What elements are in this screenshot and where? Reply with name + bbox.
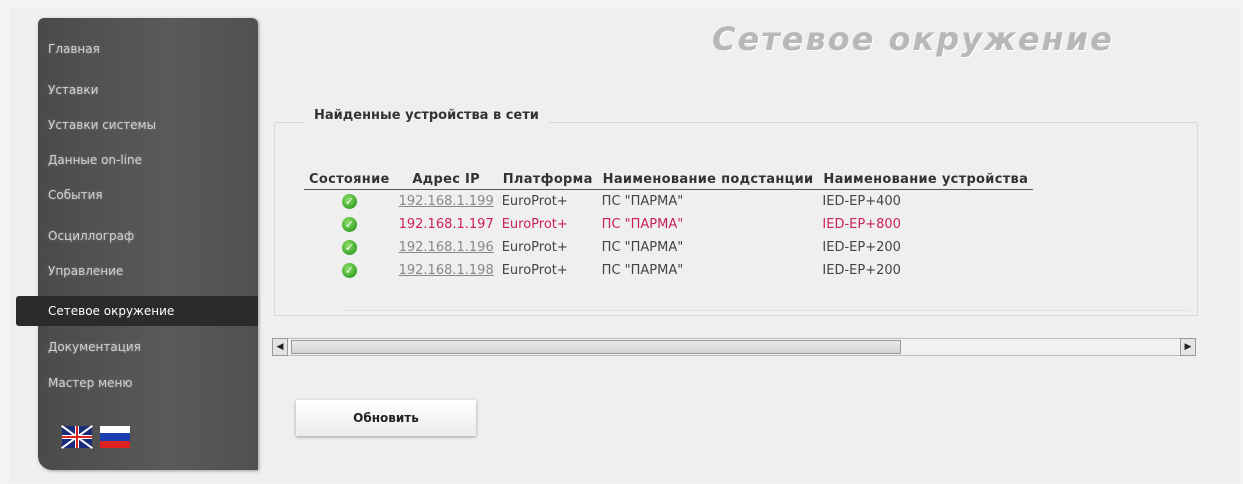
ip-link[interactable]: 192.168.1.199 (399, 194, 494, 209)
table-header-row: Состояние Адрес IP Платформа Наименовани… (304, 170, 1034, 190)
language-switcher (61, 425, 130, 449)
substation-cell: ПС "ПАРМА" (601, 263, 684, 278)
device-cell: IED-EP+200 (822, 240, 901, 255)
column-header-status: Состояние (304, 170, 395, 190)
substation-cell: ПС "ПАРМА" (601, 240, 684, 255)
table-row[interactable]: ✓ 192.168.1.197 EuroProt+ ПС "ПАРМА" IED… (304, 213, 1033, 236)
horizontal-scrollbar[interactable]: ◀ ▶ (272, 338, 1196, 356)
sidebar-item-online-data[interactable]: Данные on-line (38, 145, 258, 175)
platform-cell: EuroProt+ (501, 240, 568, 255)
sidebar-item-network[interactable]: Сетевое окружение (16, 296, 258, 326)
device-cell: IED-EP+400 (822, 194, 901, 209)
refresh-button[interactable]: Обновить (296, 400, 476, 436)
sidebar-item-documentation[interactable]: Документация (38, 332, 258, 362)
column-header-device: Наименование устройства (818, 170, 1034, 190)
platform-cell: EuroProt+ (501, 263, 568, 278)
ip-link[interactable]: 192.168.1.197 (399, 217, 494, 232)
substation-cell: ПС "ПАРМА" (601, 217, 684, 232)
device-cell: IED-EP+200 (822, 263, 901, 278)
table-row[interactable]: ✓ 192.168.1.196 EuroProt+ ПС "ПАРМА" IED… (304, 236, 1033, 259)
sidebar-item-events[interactable]: События (38, 180, 258, 210)
sidebar: Главная Уставки Уставки системы Данные o… (16, 18, 258, 470)
table-row[interactable]: ✓ 192.168.1.198 EuroProt+ ПС "ПАРМА" IED… (304, 259, 1033, 282)
sidebar-item-system-settings[interactable]: Уставки системы (38, 110, 258, 140)
check-circle-icon: ✓ (341, 194, 357, 209)
device-cell: IED-EP+800 (822, 217, 901, 232)
check-circle-icon: ✓ (341, 217, 357, 232)
ip-link[interactable]: 192.168.1.196 (399, 240, 494, 255)
scroll-right-icon[interactable]: ▶ (1180, 338, 1196, 356)
column-header-platform: Платформа (497, 170, 598, 190)
devices-table-wrapper: Состояние Адрес IP Платформа Наименовани… (304, 170, 1034, 282)
sidebar-item-menu-master[interactable]: Мастер меню (38, 368, 258, 398)
devices-table: Состояние Адрес IP Платформа Наименовани… (304, 170, 1034, 282)
page-title: Сетевое окружение (712, 20, 1114, 58)
table-row[interactable]: ✓ 192.168.1.199 EuroProt+ ПС "ПАРМА" IED… (304, 190, 1033, 214)
column-header-substation: Наименование подстанции (597, 170, 819, 190)
ip-link[interactable]: 192.168.1.198 (399, 263, 494, 278)
divider (340, 310, 1190, 311)
platform-cell: EuroProt+ (501, 194, 568, 209)
sidebar-item-control[interactable]: Управление (38, 256, 258, 286)
sidebar-item-home[interactable]: Главная (38, 34, 258, 64)
sidebar-item-settings[interactable]: Уставки (38, 75, 258, 105)
devices-legend: Найденные устройства в сети (304, 108, 549, 123)
uk-flag-icon[interactable] (61, 425, 93, 449)
platform-cell: EuroProt+ (501, 217, 568, 232)
check-circle-icon: ✓ (341, 263, 357, 278)
ru-flag-icon[interactable] (100, 426, 130, 448)
scroll-left-icon[interactable]: ◀ (272, 338, 288, 356)
scrollbar-thumb[interactable] (291, 340, 901, 354)
substation-cell: ПС "ПАРМА" (601, 194, 684, 209)
sidebar-item-oscillograph[interactable]: Осциллограф (38, 221, 258, 251)
column-header-ip: Адрес IP (394, 170, 498, 190)
check-circle-icon: ✓ (341, 240, 357, 255)
